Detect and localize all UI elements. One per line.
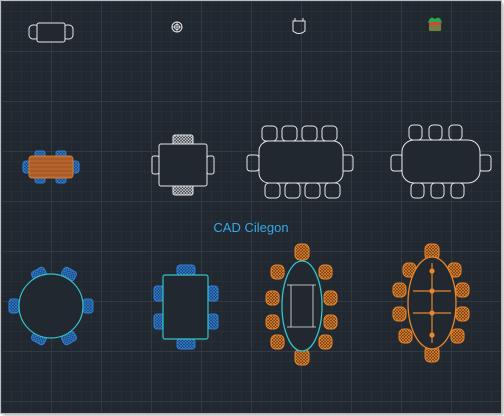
dining-table-with-2-chairs-plan (28, 22, 74, 43)
potted-plant-icon (428, 17, 442, 31)
cad-drawing-canvas: CAD Cilegon (1, 1, 501, 413)
conference-table-10-chairs (246, 125, 354, 199)
caption-label: CAD Cilegon (213, 220, 289, 235)
oval-table-10-chairs (265, 243, 338, 366)
chair-front-view (292, 18, 306, 34)
square-table-2-chairs (151, 134, 215, 196)
rectangular-table-6-chairs (153, 264, 219, 350)
cad-drawing-svg (8, 17, 492, 366)
table-6-seat-filled (22, 150, 80, 184)
oval-table-10-chairs-orange (392, 243, 470, 363)
round-stool-plan (171, 21, 183, 33)
round-table-6-chairs (8, 266, 94, 346)
conference-table-10-chairs-alt (390, 124, 492, 199)
